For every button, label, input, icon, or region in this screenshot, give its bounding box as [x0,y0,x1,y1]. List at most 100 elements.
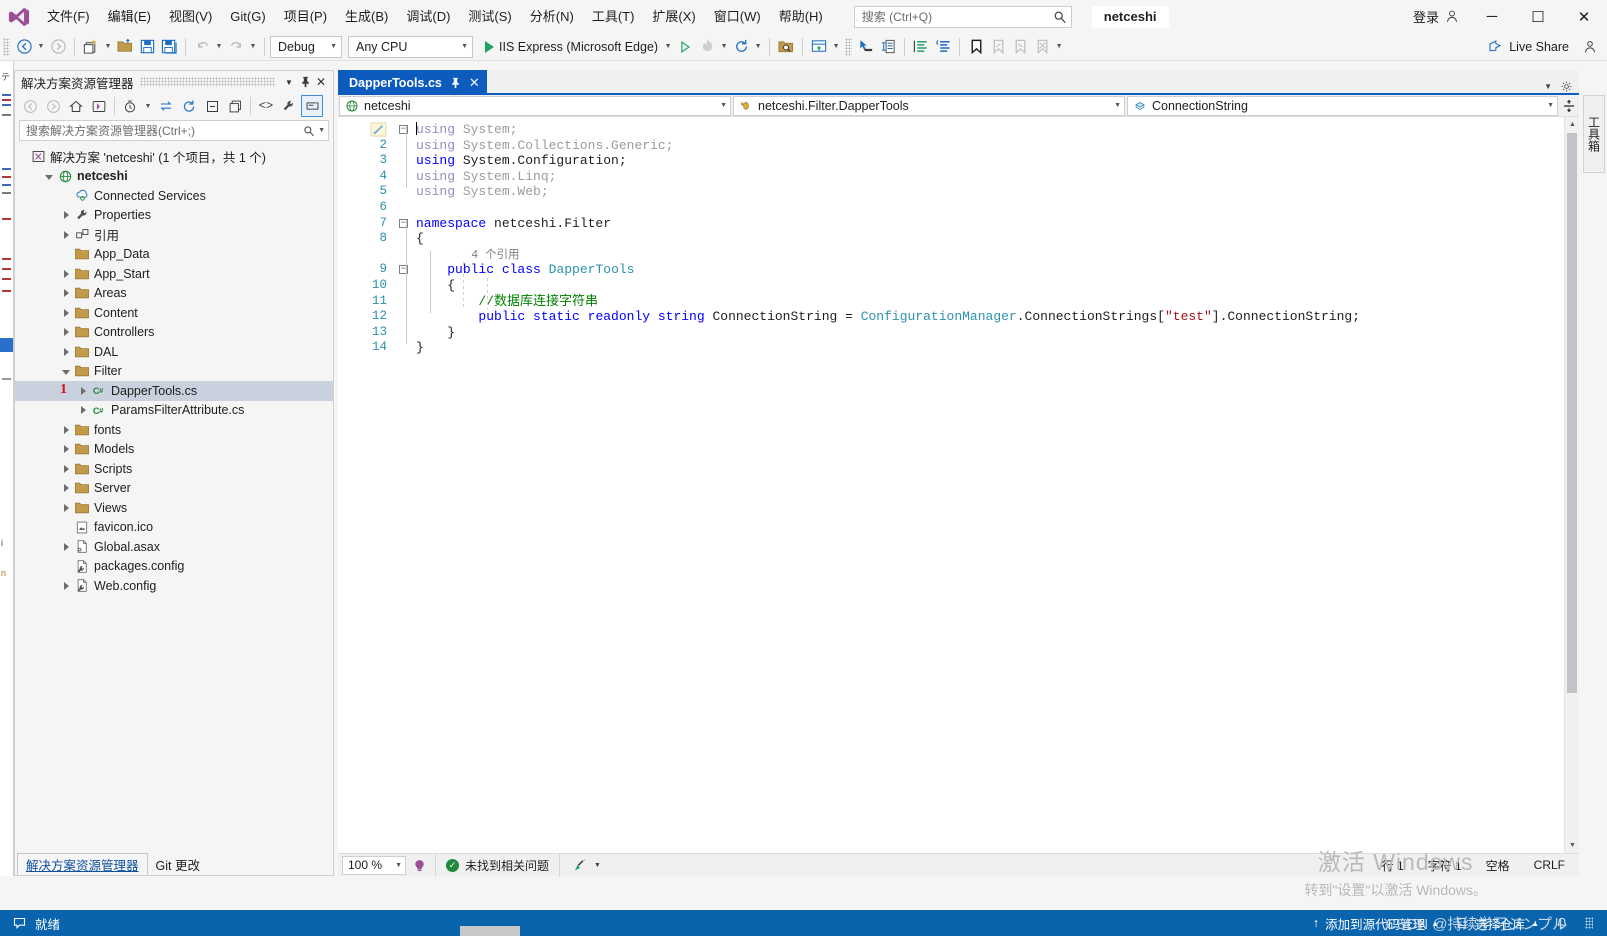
gear-icon[interactable] [1560,80,1573,93]
tree-item-dal[interactable]: DAL [15,342,333,362]
toggle-bookmark-button[interactable] [965,35,987,59]
nav-member-combo[interactable]: ConnectionString ▼ [1127,96,1558,116]
navigate-backward-button[interactable] [13,35,35,59]
fold-gutter[interactable]: − [390,122,416,138]
live-share-button[interactable]: Live Share [1477,39,1579,54]
start-debugging-button[interactable]: IIS Express (Microsoft Edge) [481,35,662,59]
refresh-button[interactable] [730,35,752,59]
toolbox-vertical-tab[interactable]: 工具箱 [1583,95,1605,173]
tree-item-views[interactable]: Views [15,498,333,518]
uncomment-selection-button[interactable] [932,35,954,59]
toolbar-grip[interactable] [3,38,10,56]
fold-gutter[interactable] [390,231,416,247]
new-project-dropdown-icon[interactable]: ▼ [102,43,114,50]
add-to-source-control-button[interactable]: ↑ 添加到源代码管理 ▲ [1313,914,1439,933]
start-without-debugging-button[interactable] [674,35,696,59]
solution-explorer-search-box[interactable]: ▼ [19,120,329,141]
toolbar-grip-2[interactable] [845,38,852,56]
window-layout-button[interactable] [808,35,830,59]
expander-collapsed-icon[interactable] [59,231,73,239]
expander-collapsed-icon[interactable] [59,465,73,473]
menu-edit[interactable]: 编辑(E) [99,0,160,33]
background-window-scrollbar[interactable] [460,926,520,936]
fold-gutter[interactable] [390,169,416,185]
fold-gutter[interactable] [390,294,416,310]
menu-file[interactable]: 文件(F) [38,0,99,33]
expander-collapsed-icon[interactable] [59,543,73,551]
redo-dropdown-icon[interactable]: ▼ [247,43,259,50]
new-project-button[interactable] [80,35,102,59]
properties-wrench-icon[interactable] [278,95,300,117]
indentation-indicator[interactable]: 空格 [1486,857,1510,874]
solution-tree[interactable]: 解决方案 'netceshi' (1 个项目，共 1 个) netceshiCo… [15,143,333,851]
insert-snippet-button[interactable] [877,35,899,59]
document-tab-dappertools[interactable]: DapperTools.cs ✕ [338,70,487,95]
panel-menu-dropdown-icon[interactable]: ▼ [281,73,297,91]
menu-project[interactable]: 项目(P) [275,0,336,33]
tree-item-global-asax[interactable]: Global.asax [15,537,333,557]
tree-row-solution[interactable]: 解决方案 'netceshi' (1 个项目，共 1 个) [15,147,333,167]
undo-button[interactable] [191,35,213,59]
expander-collapsed-icon[interactable] [59,582,73,590]
editor-zoom-combo[interactable]: 100 % ▼ [342,856,406,875]
tree-item-models[interactable]: Models [15,440,333,460]
expander-collapsed-icon[interactable] [59,270,73,278]
search-options-dropdown-icon[interactable]: ▼ [315,127,325,134]
go-to-definition-button[interactable] [855,35,877,59]
tree-item-web-config[interactable]: Web.config [15,576,333,596]
code-content[interactable]: 1−using System;2using System.Collections… [338,117,1579,853]
expander-collapsed-icon[interactable] [59,348,73,356]
tree-item-favicon-ico[interactable]: favicon.ico [15,518,333,538]
split-editor-icon[interactable] [1560,99,1578,113]
tree-item-fonts[interactable]: fonts [15,420,333,440]
tree-item-connected-services[interactable]: Connected Services [15,186,333,206]
select-repository-button[interactable]: 选择仓库 ▲ [1455,914,1539,933]
window-layout-dropdown-icon[interactable]: ▼ [830,43,842,50]
open-file-button[interactable] [114,35,136,59]
expander-collapsed-icon[interactable] [59,504,73,512]
tab-git-changes[interactable]: Git 更改 [148,853,208,875]
minimize-button[interactable]: ─ [1469,0,1515,33]
tree-item-paramsfilterattribute-cs[interactable]: C#ParamsFilterAttribute.cs [15,401,333,421]
pin-icon[interactable] [297,73,313,91]
menu-debug[interactable]: 调试(D) [397,0,459,33]
switch-views-icon[interactable] [88,95,110,117]
global-search-input[interactable] [862,10,1053,24]
tree-item-[interactable]: 引用 [15,225,333,245]
home-icon[interactable] [65,95,87,117]
pin-tab-icon[interactable] [450,77,461,89]
expander-collapsed-icon[interactable] [59,426,73,434]
next-bookmark-button[interactable] [1009,35,1031,59]
search-folder-button[interactable] [775,35,797,59]
code-cleanup-icon[interactable] [560,858,594,873]
expander-expanded-icon[interactable] [42,173,56,180]
intellicode-icon[interactable] [406,858,435,873]
sign-in-button[interactable]: 登录 [1403,0,1469,33]
show-all-files-icon[interactable] [224,95,246,117]
fold-gutter[interactable] [390,247,416,263]
clear-bookmarks-button[interactable] [1031,35,1053,59]
tree-item-server[interactable]: Server [15,479,333,499]
redo-button[interactable] [225,35,247,59]
fold-gutter[interactable] [390,278,416,294]
save-button[interactable] [136,35,158,59]
pending-changes-icon[interactable] [119,95,141,117]
fold-gutter[interactable] [390,200,416,216]
tree-item-packages-config[interactable]: packages.config [15,557,333,577]
quick-actions-screwdriver-icon[interactable] [370,122,387,137]
collapse-all-icon[interactable] [201,95,223,117]
active-files-dropdown-icon[interactable]: ▼ [1544,82,1552,91]
hot-reload-button[interactable] [696,35,718,59]
tree-item-content[interactable]: Content [15,303,333,323]
save-all-button[interactable] [158,35,180,59]
menu-test[interactable]: 测试(S) [459,0,520,33]
expander-collapsed-icon[interactable] [76,387,90,395]
panel-drag-handle[interactable] [140,77,275,87]
status-bar-resize-grip[interactable] [1585,917,1593,929]
code-issues-indicator[interactable]: ✓ 未找到相关问题 [435,854,560,877]
tree-item-areas[interactable]: Areas [15,284,333,304]
expander-collapsed-icon[interactable] [59,484,73,492]
scroll-down-icon[interactable]: ▼ [1565,838,1579,853]
expander-expanded-icon[interactable] [59,368,73,375]
tab-solution-explorer[interactable]: 解决方案资源管理器 [17,853,148,875]
